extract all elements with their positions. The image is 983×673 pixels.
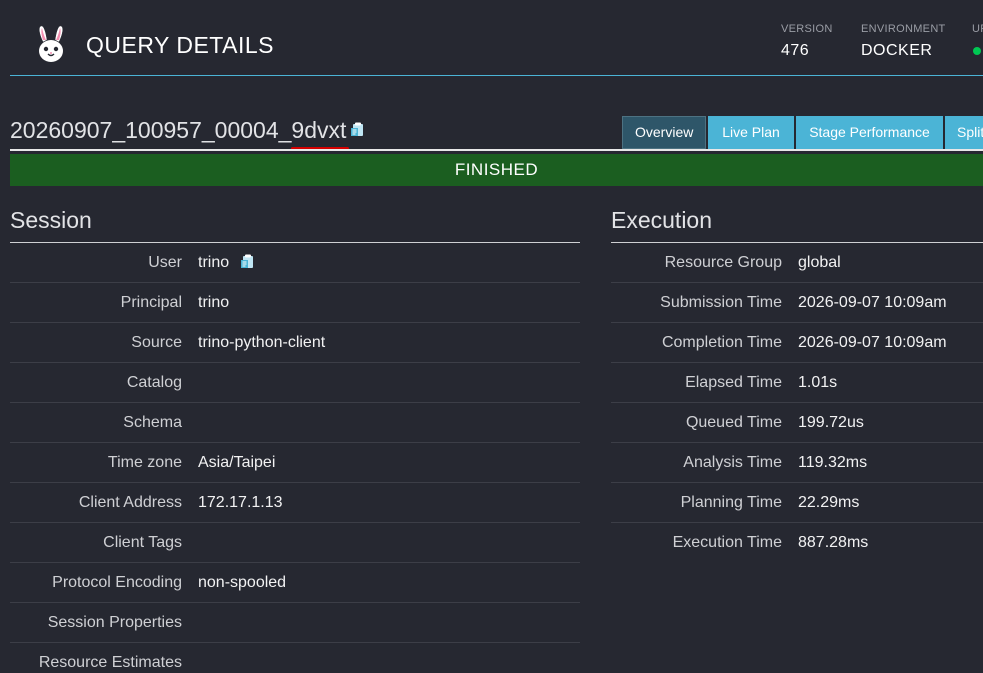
query-tabs: OverviewLive PlanStage PerformanceSplits — [622, 116, 983, 149]
row-label: Schema — [123, 413, 182, 431]
session-row-catalog: Catalog — [10, 363, 580, 403]
row-value: 172.17.1.13 — [198, 493, 283, 511]
execution-row-submission-time: Submission Time 2026-09-07 10:09am — [611, 283, 983, 323]
tab-live-plan[interactable]: Live Plan — [708, 116, 794, 149]
clipboard-copy-icon[interactable] — [351, 122, 364, 137]
row-label: Resource Group — [664, 253, 782, 271]
row-label: Source — [131, 333, 182, 351]
session-row-client-address: Client Address 172.17.1.13 — [10, 483, 580, 523]
environment-info: ENVIRONMENT DOCKER — [861, 23, 946, 60]
top-header: QUERY DETAILS VERSION 476 ENVIRONMENT DO… — [10, 0, 983, 76]
session-section: Session User trino Principal trino Sourc… — [10, 204, 580, 673]
query-id-prefix: 20260907_100957_00004_ — [10, 117, 292, 143]
query-id-suffix-text: 9dvxt — [291, 117, 347, 143]
execution-title: Execution — [611, 204, 983, 243]
session-row-schema: Schema — [10, 403, 580, 443]
tab-stage-performance[interactable]: Stage Performance — [796, 116, 943, 149]
row-value: 119.32ms — [798, 453, 868, 471]
row-label: Submission Time — [660, 293, 782, 311]
row-value: trino — [198, 293, 230, 311]
row-label: Queued Time — [685, 413, 782, 431]
session-row-client-tags: Client Tags — [10, 523, 580, 563]
execution-row-queued-time: Queued Time 199.72us — [611, 403, 983, 443]
session-row-session-properties: Session Properties — [10, 603, 580, 643]
row-label: Analysis Time — [683, 453, 782, 471]
bunny-logo-icon[interactable] — [34, 24, 68, 64]
status-indicator-dot — [973, 47, 981, 55]
row-value: non-spooled — [198, 573, 287, 591]
row-value: 2026-09-07 10:09am — [798, 293, 947, 311]
execution-row-resource-group: Resource Group global — [611, 243, 983, 283]
row-value: 199.72us — [798, 413, 864, 431]
row-value: 22.29ms — [798, 493, 860, 511]
user-value: trino — [198, 253, 230, 271]
row-label: Time zone — [107, 453, 182, 471]
row-value: global — [798, 253, 841, 271]
row-label: Resource Estimates — [38, 654, 182, 671]
environment-label: ENVIRONMENT — [861, 23, 946, 35]
session-row-time-zone: Time zone Asia/Taipei — [10, 443, 580, 483]
session-row-principal: Principal trino — [10, 283, 580, 323]
execution-row-completion-time: Completion Time 2026-09-07 10:09am — [611, 323, 983, 363]
session-row-resource-estimates: Resource Estimates — [10, 643, 580, 673]
row-value: Asia/Taipei — [198, 453, 276, 471]
version-value: 476 — [781, 42, 810, 59]
session-row-user: User trino — [10, 243, 580, 283]
clipboard-copy-icon[interactable] — [241, 254, 254, 269]
tab-overview[interactable]: Overview — [622, 116, 706, 149]
version-info: VERSION 476 — [781, 23, 833, 60]
row-value: 887.28ms — [798, 534, 869, 551]
execution-row-execution-time: Execution Time 887.28ms — [611, 523, 983, 563]
row-value: 1.01s — [798, 373, 838, 391]
row-label: User — [148, 253, 182, 271]
row-value: 2026-09-07 10:09am — [798, 333, 947, 351]
query-id: 20260907_100957_00004_9dvxt — [10, 117, 364, 150]
row-label: Client Address — [78, 493, 182, 511]
row-label: Planning Time — [680, 493, 782, 511]
tab-splits[interactable]: Splits — [945, 116, 983, 149]
title-divider — [10, 149, 983, 151]
row-label: Catalog — [126, 373, 182, 391]
environment-value: DOCKER — [861, 42, 933, 59]
session-title: Session — [10, 204, 580, 243]
execution-section: Execution Resource Group global Submissi… — [611, 204, 983, 563]
row-label: Protocol Encoding — [52, 573, 182, 591]
execution-row-elapsed-time: Elapsed Time 1.01s — [611, 363, 983, 403]
app-title: QUERY DETAILS — [86, 32, 275, 58]
row-value: trino-python-client — [198, 333, 326, 351]
execution-row-planning-time: Planning Time 22.29ms — [611, 483, 983, 523]
row-label: Completion Time — [661, 333, 782, 351]
query-state-bar: FINISHED — [10, 154, 983, 186]
row-label: Session Properties — [47, 613, 182, 631]
query-id-suffix: 9dvxt — [291, 117, 350, 150]
page: QUERY DETAILS VERSION 476 ENVIRONMENT DO… — [0, 0, 983, 673]
uptime-label: UPTIME — [972, 23, 983, 35]
execution-row-analysis-time: Analysis Time 119.32ms — [611, 443, 983, 483]
session-row-source: Source trino-python-client — [10, 323, 580, 363]
row-label: Execution Time — [672, 534, 782, 551]
uptime-info: UPTIME — [972, 23, 983, 55]
row-label: Principal — [120, 293, 182, 311]
row-label: Elapsed Time — [685, 373, 782, 391]
row-value: trino — [182, 254, 254, 272]
session-row-protocol-encoding: Protocol Encoding non-spooled — [10, 563, 580, 603]
version-label: VERSION — [781, 23, 833, 35]
row-label: Client Tags — [103, 533, 182, 551]
